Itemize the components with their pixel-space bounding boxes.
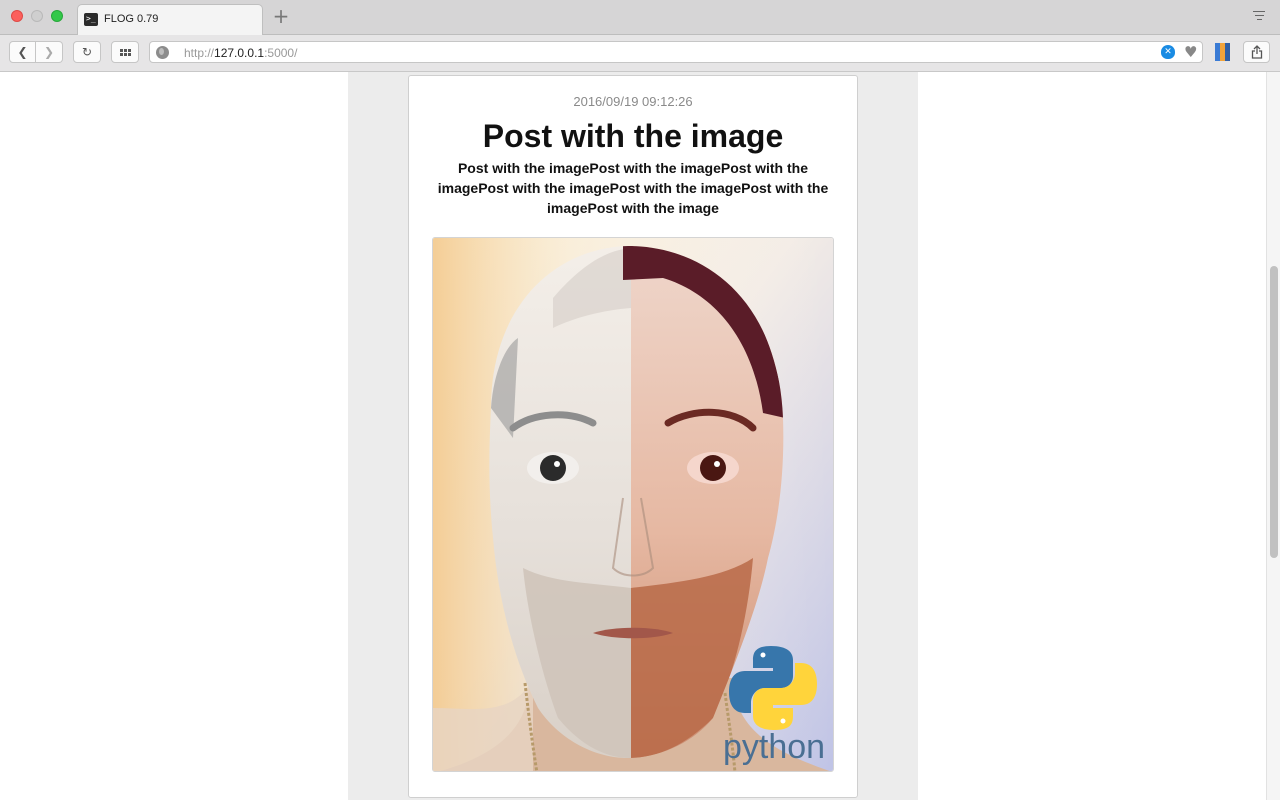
url-text[interactable]: http://127.0.0.1:5000/ — [184, 46, 297, 60]
address-bar[interactable]: http://127.0.0.1:5000/ ✕ ♥ — [149, 41, 1203, 63]
globe-icon — [156, 46, 169, 59]
python-wordmark: python — [723, 728, 825, 766]
tab-title: FLOG 0.79 — [104, 13, 159, 25]
reload-icon: ↻ — [81, 45, 93, 59]
post-image: python — [432, 237, 834, 772]
close-window-button[interactable] — [11, 10, 23, 22]
terminal-icon: >_ — [84, 13, 98, 26]
tab-list-icon[interactable] — [1252, 11, 1266, 23]
page-viewport: 2016/09/19 09:12:26 Post with the image … — [0, 72, 1266, 800]
forward-arrow-icon: ❯ — [43, 45, 55, 59]
reload-button[interactable]: ↻ — [73, 41, 101, 63]
post-title[interactable]: Post with the image — [409, 118, 857, 155]
bookmarks-icon[interactable] — [1215, 43, 1231, 61]
post-date: 2016/09/19 09:12:26 — [573, 94, 693, 109]
grid-icon — [119, 48, 131, 56]
post-body: Post with the imagePost with the imagePo… — [437, 160, 829, 216]
back-button[interactable]: ❮ — [9, 41, 36, 63]
minimize-window-button[interactable] — [31, 10, 43, 22]
share-icon — [1251, 45, 1262, 59]
post-card: 2016/09/19 09:12:26 Post with the image … — [408, 75, 858, 798]
shield-icon[interactable]: ✕ — [1161, 45, 1175, 59]
back-arrow-icon: ❮ — [17, 45, 28, 59]
zoom-window-button[interactable] — [51, 10, 63, 22]
heart-icon[interactable]: ♥ — [1184, 43, 1197, 61]
browser-tab[interactable]: >_ FLOG 0.79 — [77, 4, 263, 35]
tab-bar: >_ FLOG 0.79 + — [0, 0, 1280, 35]
share-button[interactable] — [1243, 41, 1270, 63]
scrollbar-thumb[interactable] — [1270, 266, 1278, 558]
forward-button[interactable]: ❯ — [36, 41, 63, 63]
vertical-scrollbar[interactable] — [1266, 72, 1280, 800]
new-tab-button[interactable]: + — [272, 6, 290, 28]
browser-chrome: >_ FLOG 0.79 + ❮ ❯ ↻ http://127.0.0.1:50… — [0, 0, 1280, 72]
top-sites-button[interactable] — [111, 41, 139, 63]
